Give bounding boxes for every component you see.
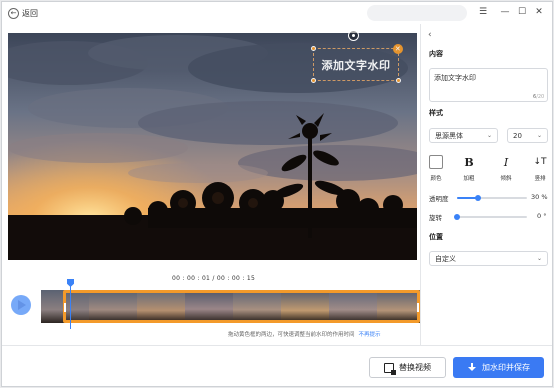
time-display: 00 : 00 : 01 / 00 : 00 : 15 [172,275,256,282]
dismiss-hint-link[interactable]: 不再提示 [359,332,381,338]
position-select[interactable]: 自定义 ⌄ [429,251,548,266]
italic-label: 倾斜 [500,176,512,182]
back-button[interactable]: ← 返回 [8,6,38,20]
download-icon [467,362,477,373]
play-icon [18,300,26,310]
font-size-select[interactable]: 20 ⌄ [507,128,548,143]
hint-text: 拖动黄色框的两边，可快速调整当前水印的作用时间 [228,332,355,338]
footer-divider [2,345,552,346]
resize-handle-bottom-left[interactable] [311,78,316,83]
title-placeholder-pill [367,5,467,21]
replace-video-label: 替换视频 [399,363,431,372]
chevron-down-icon: ⌄ [486,132,492,139]
font-size-value: 20 [513,131,522,140]
watermark-text: 添加文字水印 [321,58,391,72]
maximize-icon[interactable]: ☐ [516,6,528,18]
replace-icon [384,362,396,375]
back-label: 返回 [22,8,38,18]
font-family-value: 思源黑体 [435,131,463,140]
panel-collapse-icon[interactable]: ‹ [428,30,432,40]
rotate-value: 0 ° [537,212,547,220]
watermark-delete-icon[interactable]: ✕ [393,44,403,54]
bold-toggle[interactable]: B [462,155,476,169]
video-preview[interactable]: 添加文字水印 ✕ [8,33,417,260]
rotate-label: 旋转 [429,214,442,222]
italic-toggle[interactable]: I [499,155,513,169]
vertical-label: 竖排 [534,176,546,182]
style-section-title: 样式 [429,109,443,117]
opacity-value: 30 % [531,193,548,201]
time-range-selection[interactable] [63,290,420,323]
add-watermark-save-button[interactable]: 加水印并保存 [453,357,544,378]
back-arrow-icon: ← [8,7,19,19]
opacity-slider-knob[interactable] [475,195,481,201]
resize-handle-top-left[interactable] [311,46,316,51]
rotate-slider[interactable] [457,216,527,218]
add-watermark-save-label: 加水印并保存 [482,363,530,372]
rotate-handle-icon[interactable] [348,30,359,41]
content-section-title: 内容 [429,50,443,58]
opacity-label: 透明度 [429,195,449,203]
watermark-text-box[interactable]: 添加文字水印 ✕ [311,44,403,83]
rotate-slider-knob[interactable] [454,214,460,220]
replace-video-button[interactable]: 替换视频 [369,357,446,378]
char-counter: 6/20 [533,94,544,100]
position-section-title: 位置 [429,233,443,241]
position-value: 自定义 [435,254,456,263]
app-window: ← 返回 ☰ — ☐ ✕ 添加文字水印 ✕ 00: 00: 01 / 00 … [1,1,553,387]
title-bar: ← 返回 ☰ — ☐ ✕ [2,2,552,24]
minimize-icon[interactable]: — [499,6,511,18]
color-label: 颜色 [430,176,442,182]
range-start-handle[interactable] [64,303,66,312]
color-picker-swatch[interactable] [429,155,443,169]
chevron-down-icon: ⌄ [536,255,542,262]
playhead-line[interactable] [70,282,71,329]
hamburger-icon[interactable]: ☰ [477,6,489,18]
char-max: /20 [536,94,545,100]
chevron-down-icon: ⌄ [536,132,542,139]
watermark-text-input[interactable] [429,68,548,102]
font-family-select[interactable]: 思源黑体 ⌄ [429,128,498,143]
bold-label: 加粗 [463,176,475,182]
timeline-hint: 拖动黄色框的两边，可快速调整当前水印的作用时间 不再提示 [228,330,381,338]
close-icon[interactable]: ✕ [533,6,545,18]
play-button[interactable] [11,295,31,315]
resize-handle-bottom-right[interactable] [396,78,401,83]
range-end-handle[interactable] [417,303,419,312]
settings-panel: ‹ 内容 6/20 样式 思源黑体 ⌄ 20 ⌄ 颜色 B 加粗 I 倾斜 ↓T… [420,24,552,345]
vertical-text-toggle[interactable]: ↓T [532,155,548,169]
